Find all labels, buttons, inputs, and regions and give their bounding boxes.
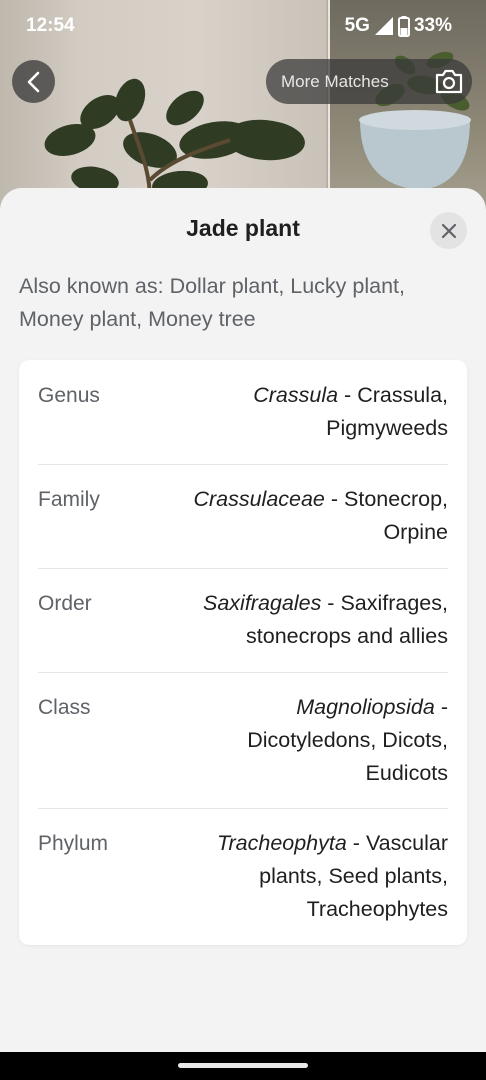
taxonomy-value: Crassulaceae - Stonecrop, Orpine [193,487,448,544]
taxonomy-value: Tracheophyta - Vascular plants, Seed pla… [216,831,448,921]
taxonomy-value: Saxifragales - Saxifrages, stonecrops an… [203,591,448,648]
common-name: Dicotyledons, Dicots, Eudicots [247,728,448,785]
more-matches-button[interactable]: More Matches [266,59,472,104]
close-icon [441,223,456,238]
plant-details-sheet: Jade plant Also known as: Dollar plant, … [0,188,486,1052]
taxonomy-value: Crassula - Crassula, Pigmyweeds [253,383,448,440]
taxonomy-rank: Order [38,592,92,615]
row-divider [38,568,448,569]
status-bar: 12:54 5G 33% [0,0,486,52]
taxonomy-rank: Genus [38,384,100,407]
taxonomy-rank: Family [38,488,100,511]
scientific-name: Crassula [253,383,339,407]
scientific-name: Saxifragales [203,591,322,615]
plant-photo-header: 12:54 5G 33% More Matches [0,0,486,220]
network-type: 5G [344,15,370,36]
battery-icon [397,15,410,37]
common-name: Stonecrop, Orpine [344,487,448,544]
plant-name-title: Jade plant [186,215,300,241]
signal-icon [374,17,393,35]
also-known-as-text: Also known as: Dollar plant, Lucky plant… [19,274,406,331]
taxonomy-row-phylum: Phylum Tracheophyta - Vascular plants, S… [38,827,448,927]
scientific-name: Tracheophyta [216,831,347,855]
more-matches-label: More Matches [281,71,389,91]
taxonomy-row-family: Family Crassulaceae - Stonecrop, Orpine [38,483,448,553]
common-name: Crassula, Pigmyweeds [326,383,448,440]
home-gesture-handle[interactable] [178,1063,308,1068]
status-time: 12:54 [26,15,75,36]
close-button[interactable] [430,212,467,249]
taxonomy-rank: Phylum [38,832,109,855]
taxonomy-value: Magnoliopsida - Dicotyledons, Dicots, Eu… [247,695,448,785]
scientific-name: Crassulaceae [193,487,325,511]
row-divider [38,464,448,465]
chevron-left-icon [27,71,39,92]
taxonomy-row-genus: Genus Crassula - Crassula, Pigmyweeds [38,379,448,449]
back-button[interactable] [12,60,55,103]
taxonomy-card: Genus Crassula - Crassula, Pigmyweeds Fa… [19,360,467,945]
row-divider [38,672,448,673]
system-navigation-bar [0,1052,486,1080]
camera-icon[interactable] [434,68,464,95]
scientific-name: Magnoliopsida [296,695,435,719]
battery-percent: 33% [413,15,452,36]
taxonomy-row-class: Class Magnoliopsida - Dicotyledons, Dico… [38,691,448,791]
taxonomy-rank: Class [38,696,91,719]
row-divider [38,808,448,809]
taxonomy-row-order: Order Saxifragales - Saxifrages, stonecr… [38,587,448,657]
